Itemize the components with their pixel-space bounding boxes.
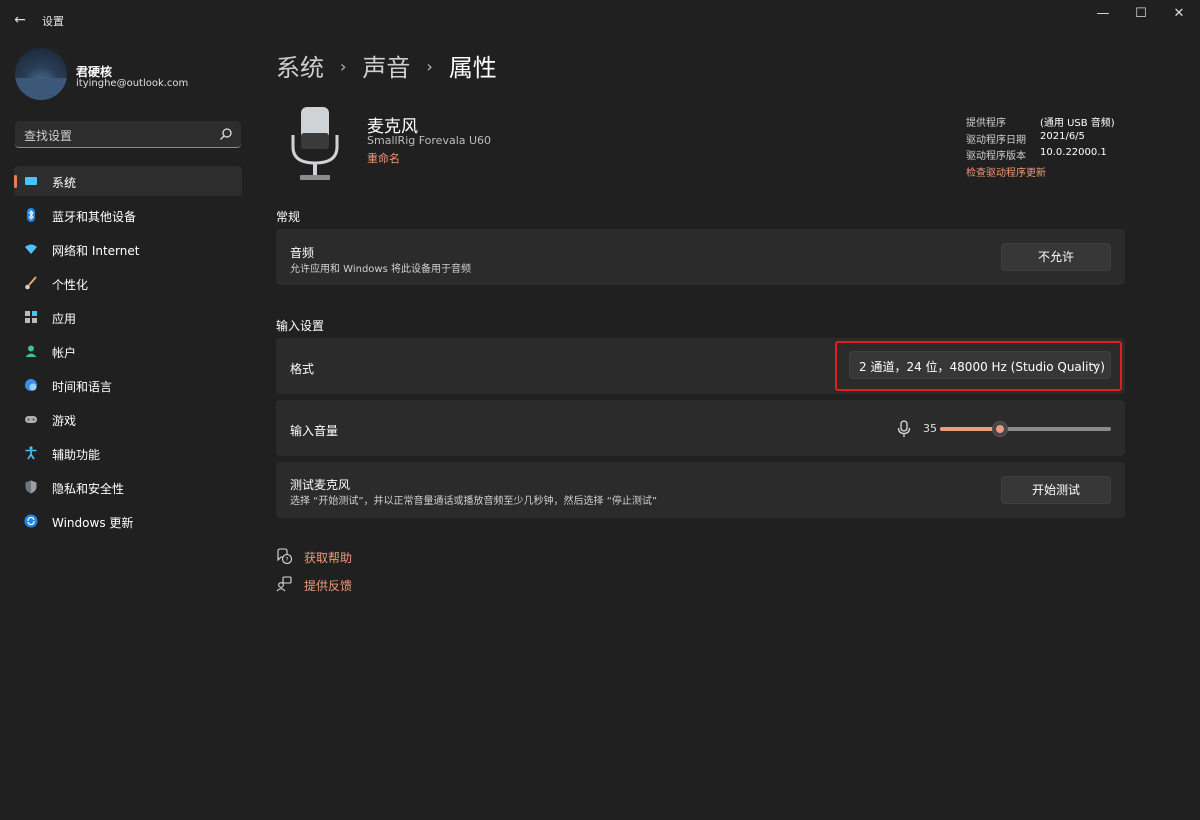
driver-value: 10.0.22000.1 [1040,147,1107,158]
get-help-label: 获取帮助 [304,551,353,565]
brush-icon [25,276,37,290]
sidebar-item-label: 帐户 [52,346,77,360]
apps-icon [25,311,37,323]
user-email: ityinghe@outlook.com [76,78,189,89]
driver-info: 提供程序 (通用 USB 音频) 驱动程序日期 2021/6/5 驱动程序版本 … [966,114,1126,179]
sidebar-item-privacy[interactable]: 隐私和安全性 [14,472,242,502]
audio-card: 音频 允许应用和 Windows 将此设备用于音频 不允许 [276,229,1125,285]
sidebar-item-label: 游戏 [52,414,77,428]
driver-row-provider: 提供程序 (通用 USB 音频) [966,114,1126,131]
sidebar-item-label: 时间和语言 [52,380,113,394]
disallow-button[interactable]: 不允许 [1001,243,1111,271]
driver-label: 提供程序 [966,118,1006,129]
sidebar-item-label: 辅助功能 [52,448,101,462]
svg-text:?: ? [285,556,288,563]
search-placeholder: 查找设置 [24,129,73,143]
avatar [15,48,67,100]
sidebar-item-label: 应用 [52,312,77,326]
slider-fill [940,427,1000,431]
sidebar-item-system[interactable]: 系统 [14,166,242,196]
breadcrumb: 系统 › 声音 › 属性 [276,48,497,83]
input-volume-value: 35 [923,422,937,435]
sidebar-item-label: 隐私和安全性 [52,482,125,496]
sidebar-item-accessibility[interactable]: 辅助功能 [14,438,242,468]
section-title-input: 输入设置 [276,319,325,333]
search-icon [220,128,232,140]
search-input[interactable]: 查找设置 [15,121,241,148]
sidebar-item-label: 网络和 Internet [52,244,140,258]
user-profile[interactable]: 君硬核 ityinghe@outlook.com [15,48,255,104]
back-arrow-icon: ← [14,12,26,28]
input-volume-slider[interactable] [940,421,1111,437]
sidebar-item-windows-update[interactable]: Windows 更新 [14,506,242,536]
microphone-device-icon [291,107,339,180]
audio-description: 允许应用和 Windows 将此设备用于音频 [290,264,471,275]
sidebar-nav: 系统 蓝牙和其他设备 网络和 Internet 个性化 应用 帐户 时间和语言 … [14,166,242,540]
back-button[interactable]: ← [10,10,30,30]
shield-icon [25,480,37,494]
title-bar: ← 设置 — ☐ ✕ [0,0,1200,40]
minimize-icon: — [1096,6,1110,21]
give-feedback-label: 提供反馈 [304,579,353,593]
sidebar-item-bluetooth[interactable]: 蓝牙和其他设备 [14,200,242,230]
device-model: SmallRig Forevala U60 [367,134,492,147]
slider-thumb[interactable] [992,421,1008,437]
sidebar-item-label: Windows 更新 [52,516,134,530]
sidebar-item-accounts[interactable]: 帐户 [14,336,242,366]
help-icon: ? [277,548,292,564]
input-volume-card: 输入音量 35 [276,400,1125,456]
maximize-icon: ☐ [1135,6,1147,21]
breadcrumb-separator: › [340,57,347,76]
feedback-icon [276,576,292,592]
close-icon: ✕ [1173,6,1185,21]
app-title: 设置 [42,15,64,28]
update-icon [24,514,38,528]
microphone-icon[interactable] [897,420,911,438]
sidebar-item-time-language[interactable]: 时间和语言 [14,370,242,400]
sidebar-item-apps[interactable]: 应用 [14,302,242,332]
section-title-general: 常规 [276,210,301,224]
person-icon [25,345,37,357]
test-microphone-card: 测试麦克风 选择 “开始测试”，并以正常音量通话或播放音频至少几秒钟，然后选择 … [276,462,1125,518]
accessibility-icon [25,446,37,460]
driver-value: 2021/6/5 [1040,130,1085,142]
breadcrumb-item-system[interactable]: 系统 [276,48,324,83]
bluetooth-icon [27,208,35,222]
sidebar-item-label: 个性化 [52,278,89,292]
format-label: 格式 [290,362,315,376]
driver-row-date: 驱动程序日期 2021/6/5 [966,131,1126,148]
close-button[interactable]: ✕ [1156,0,1200,30]
sidebar-item-network[interactable]: 网络和 Internet [14,234,242,264]
highlight-box [835,341,1122,391]
sidebar-item-label: 系统 [52,176,77,190]
audio-title: 音频 [290,246,315,260]
sidebar-item-gaming[interactable]: 游戏 [14,404,242,434]
globe-clock-icon [25,379,37,391]
driver-value: (通用 USB 音频) [1040,118,1115,129]
start-test-button[interactable]: 开始测试 [1001,476,1111,504]
wifi-icon [25,244,37,254]
breadcrumb-separator: › [426,57,433,76]
breadcrumb-item-sound[interactable]: 声音 [362,48,410,83]
input-volume-label: 输入音量 [290,424,339,438]
gamepad-icon [25,416,37,423]
display-icon [25,177,37,185]
sidebar-item-label: 蓝牙和其他设备 [52,210,137,224]
driver-row-version: 驱动程序版本 10.0.22000.1 [966,147,1126,164]
driver-label: 驱动程序版本 [966,151,1026,162]
driver-label: 驱动程序日期 [966,134,1026,146]
test-microphone-description: 选择 “开始测试”，并以正常音量通话或播放音频至少几秒钟，然后选择 “停止测试” [290,496,658,507]
check-driver-update-link[interactable]: 检查驱动程序更新 [966,164,1126,179]
test-microphone-title: 测试麦克风 [290,478,351,492]
rename-link[interactable]: 重命名 [367,150,400,166]
sidebar-item-personalization[interactable]: 个性化 [14,268,242,298]
page-title: 属性 [448,54,497,82]
